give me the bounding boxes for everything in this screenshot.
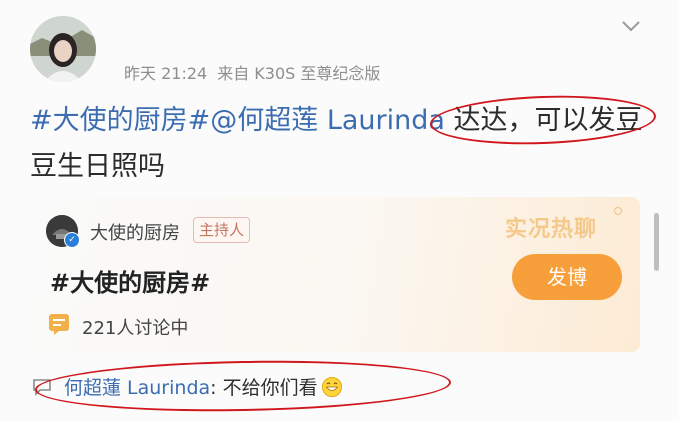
live-chat-tag: 实况热聊 [505, 217, 598, 242]
topic-title[interactable]: #大使的厨房# [50, 263, 210, 298]
verified-icon: ✓ [64, 232, 80, 248]
live-dot-icon [614, 207, 622, 215]
post-time: 昨天 21:24 [124, 64, 208, 83]
chevron-down-icon[interactable] [620, 18, 642, 34]
discussion-icon [48, 313, 70, 335]
post-source: 来自 K30S 至尊纪念版 [217, 64, 381, 83]
host-badge: 主持人 [193, 217, 251, 243]
discussion-count: 221人讨论中 [82, 318, 189, 339]
user-avatar[interactable] [30, 16, 96, 82]
post-button[interactable]: 发博 [512, 254, 622, 300]
post-meta: 昨天 21:24 来自 K30S 至尊纪念版 [124, 60, 390, 84]
scrollbar[interactable] [654, 213, 659, 271]
mention-link[interactable]: @何超莲 Laurinda [210, 105, 445, 136]
topic-account-name[interactable]: 大使的厨房 [90, 219, 180, 245]
annotation-ring-comment [34, 357, 452, 415]
topic-link[interactable]: #大使的厨房# [30, 105, 210, 136]
